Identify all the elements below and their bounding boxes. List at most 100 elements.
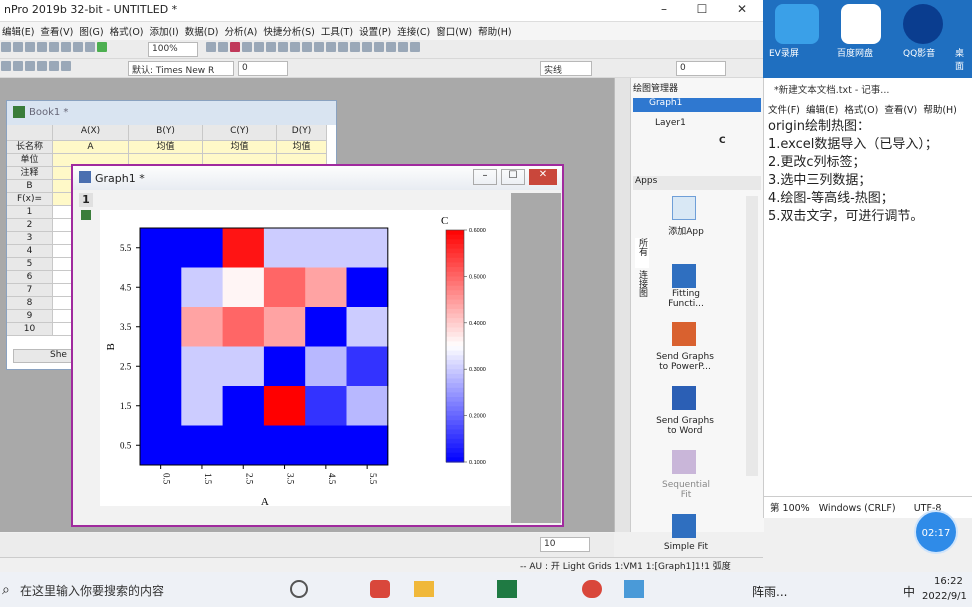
graph-page[interactable]: 0.5 1.5 2.5 3.5 4.5 5.5 5.5 4.5 3.5 2.5 1.5 0.5 A B C 0… (100, 210, 510, 506)
app-label[interactable]: Send Graphs to Word (651, 416, 719, 436)
matrix-icon[interactable] (85, 42, 95, 52)
plugin-icon[interactable] (398, 42, 408, 52)
baidu-netdisk-icon[interactable] (841, 4, 881, 44)
notepad-menu-item[interactable]: 查看(V) (884, 105, 917, 116)
save-icon[interactable] (25, 42, 35, 52)
clock-date[interactable]: 2022/9/1 (922, 591, 967, 602)
bottom-combo[interactable]: 10 (540, 537, 590, 552)
undo-icon[interactable] (37, 61, 47, 71)
search-icon[interactable]: ⌕ (2, 582, 10, 598)
row-label[interactable]: 单位 (7, 154, 53, 167)
line-width-combo[interactable]: 0 (676, 61, 726, 76)
column-header[interactable]: D(Y) (277, 125, 327, 141)
format-icon[interactable] (61, 61, 71, 71)
print-icon[interactable] (37, 42, 47, 52)
menu-item[interactable]: 分析(A) (222, 22, 261, 38)
column-header[interactable]: A(X) (53, 125, 129, 141)
lock-icon[interactable] (81, 210, 91, 220)
apps-tab-all[interactable]: 所有 (635, 238, 649, 268)
layer-icon[interactable] (218, 42, 228, 52)
code-icon[interactable] (386, 42, 396, 52)
zoom-combo[interactable]: 100% (148, 42, 198, 57)
menu-item[interactable]: 查看(V) (38, 22, 77, 38)
row-number[interactable]: 7 (7, 284, 53, 297)
book-icon[interactable] (73, 42, 83, 52)
row-number[interactable]: 3 (7, 232, 53, 245)
menu-item[interactable]: 图(G) (77, 22, 107, 38)
row-number[interactable]: 8 (7, 297, 53, 310)
row-number[interactable]: 2 (7, 219, 53, 232)
open-icon[interactable] (13, 42, 23, 52)
mask-icon[interactable] (350, 42, 360, 52)
copy-icon[interactable] (13, 61, 23, 71)
region-icon[interactable] (326, 42, 336, 52)
new-icon[interactable] (1, 42, 11, 52)
file-explorer-icon[interactable] (414, 581, 434, 597)
row-label[interactable]: 注释 (7, 167, 53, 180)
ev-recorder-icon[interactable] (775, 4, 819, 44)
row-number[interactable]: 10 (7, 323, 53, 336)
simple-fit-icon[interactable] (672, 514, 696, 538)
header-cell[interactable]: 均值 (277, 141, 327, 154)
row-label[interactable]: B (7, 180, 53, 193)
ime-indicator[interactable]: 中 (903, 583, 915, 600)
row-number[interactable]: 6 (7, 271, 53, 284)
maximize-button[interactable]: ☐ (690, 2, 714, 20)
row-number[interactable]: 5 (7, 258, 53, 271)
minimize-button[interactable]: – (652, 2, 676, 20)
graph-window[interactable]: Graph1 * – ☐ ✕ 1 0.5 1.5 2.5 3.5 4.5 5.5 5.5 4.… (71, 164, 564, 527)
line-icon[interactable] (314, 42, 324, 52)
app-label[interactable]: Simple Fit (657, 542, 715, 552)
row-number[interactable]: 4 (7, 245, 53, 258)
header-cell[interactable]: 均值 (203, 141, 277, 154)
graph-close-button[interactable]: ✕ (529, 169, 557, 185)
tree-item-layer1[interactable]: Layer1 (655, 118, 686, 128)
menu-item[interactable]: 格式(O) (108, 22, 148, 38)
heatmap-chart[interactable]: 0.5 1.5 2.5 3.5 4.5 5.5 5.5 4.5 3.5 2.5 1.5 0.5 A B C 0… (100, 210, 510, 506)
origin-icon[interactable] (582, 580, 602, 598)
apps-scrollbar[interactable] (746, 196, 758, 476)
app-label[interactable]: Fitting Functi... (657, 289, 715, 309)
send-ppt-icon[interactable] (672, 322, 696, 346)
row-label[interactable]: F(x)= (7, 193, 53, 206)
help-icon[interactable] (410, 42, 420, 52)
app-label[interactable]: Sequential Fit (657, 480, 715, 500)
line-style-combo[interactable]: 实线 (540, 61, 592, 76)
data-reader-icon[interactable] (338, 42, 348, 52)
graph-maximize-button[interactable]: ☐ (501, 169, 525, 185)
sequential-fit-icon[interactable] (672, 450, 696, 474)
fitting-functions-icon[interactable] (672, 264, 696, 288)
redo-icon[interactable] (49, 61, 59, 71)
column-header[interactable]: C(Y) (203, 125, 277, 141)
notepad-menu-item[interactable]: 格式(O) (844, 105, 878, 116)
row-number[interactable]: 1 (7, 206, 53, 219)
cut-icon[interactable] (1, 61, 11, 71)
menu-item[interactable]: 数据(D) (183, 22, 223, 38)
menu-item[interactable]: 窗口(W) (434, 22, 476, 38)
menu-item[interactable]: 添加(I) (148, 22, 183, 38)
header-cell[interactable]: A (53, 141, 129, 154)
tree-item-graph1[interactable]: Graph1 (633, 98, 761, 112)
taskbar-search[interactable]: 在这里输入你要搜索的内容 (20, 582, 164, 599)
menu-item[interactable]: 连接(C) (395, 22, 434, 38)
header-cell[interactable]: 均值 (129, 141, 203, 154)
notepad-text-area[interactable]: origin绘制热图： 1.excel数据导入（已导入）； 2.更改c列标签； … (768, 118, 968, 226)
rescale-icon[interactable] (230, 42, 240, 52)
import-icon[interactable] (49, 42, 59, 52)
zoom-icon[interactable] (206, 42, 216, 52)
font-size-combo[interactable]: 0 (238, 61, 288, 76)
pointer-icon[interactable] (242, 42, 252, 52)
notepad-window[interactable]: *新建文本文档.txt - 记事... 文件(F) 编辑(E) 格式(O) 查看… (763, 78, 972, 518)
script-icon[interactable] (374, 42, 384, 52)
excel-icon[interactable] (497, 580, 517, 598)
rect-icon[interactable] (278, 42, 288, 52)
menu-item[interactable]: 快捷分析(S) (261, 22, 318, 38)
app-label[interactable]: 添加App (661, 224, 711, 237)
tree-item-plot-c[interactable]: C (719, 136, 726, 146)
menu-item[interactable]: 帮助(H) (476, 22, 516, 38)
clock-time[interactable]: 16:22 (934, 576, 963, 587)
close-button[interactable]: ✕ (730, 2, 754, 20)
weather-text[interactable]: 阵雨... (752, 583, 787, 600)
row-label[interactable]: 长名称 (7, 141, 53, 154)
app-taskbar-icon[interactable] (370, 580, 390, 598)
